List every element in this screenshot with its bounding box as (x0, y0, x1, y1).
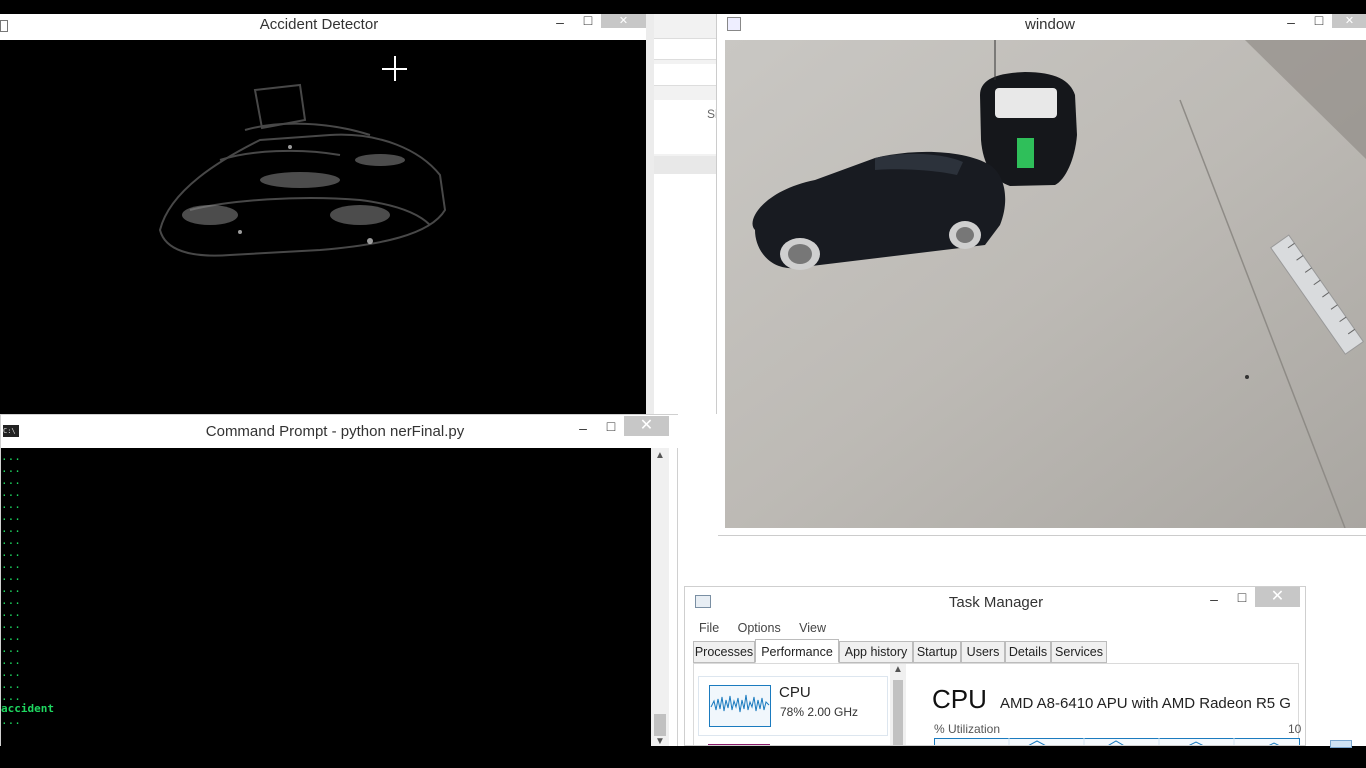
menu-options[interactable]: Options (738, 621, 781, 635)
menu-view[interactable]: View (799, 621, 826, 635)
console-line: ... (1, 450, 21, 463)
console-line: ... (1, 714, 21, 727)
minimize-button[interactable]: – (546, 14, 574, 30)
tab-app-history[interactable]: App history (839, 641, 913, 663)
tab-services[interactable]: Services (1051, 641, 1107, 663)
menu-bar: File Options View (693, 617, 1299, 639)
tab-performance[interactable]: Performance (755, 639, 839, 663)
screen-bottom-bar (0, 746, 1366, 768)
menu-file[interactable]: File (699, 621, 719, 635)
crosshair-cursor-icon (382, 56, 407, 81)
window-title: Accident Detector (259, 16, 379, 33)
cpu-tile[interactable]: CPU 78% 2.00 GHz (698, 676, 888, 736)
console-line: ... (1, 558, 21, 571)
console-line-accident: accident (1, 702, 54, 715)
maximize-button[interactable]: □ (574, 12, 602, 28)
performance-panel: CPU 78% 2.00 GHz ▲ CPU AMD A8-6410 APU w… (693, 663, 1302, 745)
maximize-button[interactable]: □ (1305, 12, 1333, 28)
cpu-tile-label: CPU (779, 684, 811, 701)
close-button[interactable]: ✕ (1332, 14, 1366, 28)
console-line: ... (1, 690, 21, 703)
maximize-button[interactable]: □ (1228, 589, 1256, 605)
maximize-button[interactable]: □ (597, 418, 625, 434)
background-window-strip: Si (646, 14, 720, 414)
video-window-titlebar[interactable]: window – □ ✕ (717, 12, 1366, 40)
scroll-up-arrow-icon[interactable]: ▲ (893, 664, 903, 675)
accident-detector-titlebar[interactable]: Accident Detector – □ ✕ (0, 12, 646, 40)
console-line: ... (1, 498, 21, 511)
console-line: ... (1, 522, 21, 535)
cpu-model-name: AMD A8-6410 APU with AMD Radeon R5 G (1000, 695, 1291, 712)
console-line: ... (1, 570, 21, 583)
console-line: ... (1, 630, 21, 643)
console-line: ... (1, 606, 21, 619)
window-title: window (1024, 16, 1076, 33)
console-output[interactable]: ........................................… (1, 448, 651, 748)
console-line: ... (1, 678, 21, 691)
console-line: ... (1, 666, 21, 679)
cpu-sparkline (709, 685, 771, 727)
console-line: ... (1, 462, 21, 475)
close-button[interactable]: ✕ (601, 14, 646, 28)
console-line: ... (1, 594, 21, 607)
console-line: ... (1, 534, 21, 547)
motion-difference-image (0, 40, 646, 414)
cpu-utilization-graph (934, 738, 1300, 745)
console-line: ... (1, 582, 21, 595)
video-window: window – □ ✕ (716, 12, 1366, 536)
command-prompt-window: C:\ Command Prompt - python nerFinal.py … (0, 414, 679, 768)
console-line: ... (1, 486, 21, 499)
console-line: ... (1, 654, 21, 667)
cpu-tile-value: 78% 2.00 GHz (780, 705, 859, 719)
minimize-button[interactable]: – (1200, 591, 1228, 607)
console-line: ... (1, 510, 21, 523)
tab-startup[interactable]: Startup (913, 641, 961, 663)
scrollbar-thumb[interactable] (654, 714, 666, 736)
console-line: ... (1, 546, 21, 559)
minimize-button[interactable]: – (1277, 14, 1305, 30)
scrollbar-thumb[interactable] (893, 680, 903, 745)
task-manager-window: Task Manager – □ ✕ File Options View Pro… (684, 586, 1306, 746)
utilization-max-label: 10 (1288, 722, 1302, 736)
utilization-label: % Utilization (934, 722, 1001, 736)
minimize-button[interactable]: – (569, 420, 597, 436)
console-scrollbar[interactable]: ▲ ▼ (651, 448, 669, 748)
camera-feed-image (725, 40, 1366, 528)
show-desktop-icon[interactable] (1330, 740, 1352, 748)
close-button[interactable]: ✕ (624, 416, 669, 436)
console-line: ... (1, 618, 21, 631)
close-button[interactable]: ✕ (1255, 587, 1300, 607)
console-line: ... (1, 642, 21, 655)
scroll-up-arrow-icon[interactable]: ▲ (655, 450, 665, 461)
tab-details[interactable]: Details (1005, 641, 1051, 663)
cpu-heading: CPU (932, 684, 987, 714)
tab-users[interactable]: Users (961, 641, 1005, 663)
task-manager-titlebar[interactable]: Task Manager – □ ✕ (685, 587, 1305, 617)
command-prompt-titlebar[interactable]: C:\ Command Prompt - python nerFinal.py … (1, 415, 679, 448)
accident-detector-window: Accident Detector – □ ✕ (0, 12, 646, 414)
tile-list-scrollbar[interactable]: ▲ (890, 664, 906, 745)
console-line: ... (1, 474, 21, 487)
tab-strip: Processes Performance App history Startu… (693, 639, 1299, 665)
tab-processes[interactable]: Processes (693, 641, 755, 663)
